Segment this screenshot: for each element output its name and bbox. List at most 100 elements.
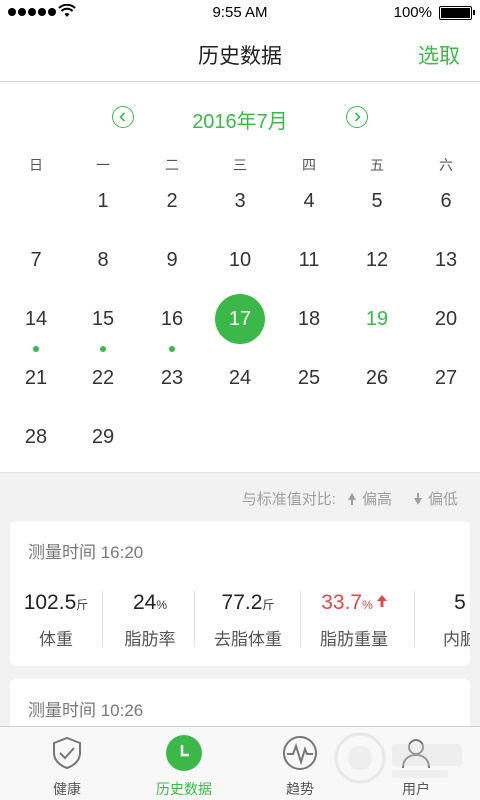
month-selector: 2016年7月 — [0, 83, 480, 149]
metric-label: 脂肪重量 — [320, 630, 388, 649]
tab-user-label: 用户 — [402, 781, 430, 797]
calendar-day[interactable]: 8 — [78, 235, 128, 285]
calendar-day[interactable]: 13 — [421, 235, 471, 285]
weekday-label: 三 — [233, 157, 247, 173]
calendar: 2016年7月 日一二三四五六 1 2 3 4 5 6 7 8 9 10 11 12 13 14 15 16 1… — [0, 83, 480, 473]
calendar-day[interactable]: 19 — [352, 294, 402, 344]
metric-number: 24 — [132, 591, 157, 614]
calendar-day[interactable]: 12 — [352, 235, 402, 285]
tab-trend-label: 趋势 — [286, 781, 314, 797]
measurement-time: 测量时间 10:26 — [28, 701, 144, 720]
calendar-day[interactable]: 10 — [215, 235, 265, 285]
calendar-day[interactable]: 29 — [78, 412, 128, 462]
metric-label: 内脏 — [443, 630, 470, 649]
metric-divider — [102, 591, 103, 647]
calendar-day[interactable]: 21 — [11, 353, 61, 403]
month-label: 2016年7月 — [192, 111, 288, 133]
metric: 102.5斤体重 — [10, 583, 108, 653]
calendar-day[interactable]: 2 — [147, 176, 197, 226]
calendar-day[interactable]: 27 — [421, 353, 471, 403]
comparison-legend: 与标准值对比: 偏高 偏低 — [242, 488, 458, 509]
calendar-day[interactable]: 4 — [284, 176, 334, 226]
data-indicator-dot — [100, 346, 106, 352]
measurement-card[interactable]: 测量时间 16:20 102.5斤 体重 24% 脂肪率 77.2斤 去脂体重 33.7% 脂… — [10, 521, 470, 666]
metric-label: 去脂体重 — [214, 630, 282, 649]
metric-divider — [300, 591, 301, 647]
calendar-day[interactable]: 28 — [11, 412, 61, 462]
navigation-bar: 历史数据 选取 — [0, 26, 480, 82]
calendar-day[interactable]: 3 — [215, 176, 265, 226]
calendar-day[interactable]: 5 — [352, 176, 402, 226]
legend-label: 与标准值对比: — [241, 491, 336, 508]
battery-percentage: 100% — [393, 4, 432, 21]
legend-lower: 偏低 — [427, 491, 458, 508]
calendar-day[interactable]: 20 — [421, 294, 471, 344]
arrow-down-icon — [413, 492, 422, 505]
metric-number: 33.7 — [321, 591, 363, 614]
metrics-row: 102.5斤 体重 24% 脂肪率 77.2斤 去脂体重 33.7% 脂肪重量 5 内脏 — [10, 583, 470, 653]
legend-higher: 偏高 — [361, 491, 392, 508]
tab-bar: 健康 历史数据 趋势 用户 — [0, 726, 480, 800]
metric-value: 102.5斤 — [10, 591, 108, 615]
metric-unit: 斤 — [76, 598, 89, 612]
calendar-day[interactable]: 17 — [215, 294, 265, 344]
metric-unit: 斤 — [262, 598, 275, 612]
tab-trend[interactable]: 趋势 — [240, 727, 360, 800]
calendar-day[interactable]: 23 — [147, 353, 197, 403]
calendar-day[interactable]: 6 — [421, 176, 471, 226]
calendar-day[interactable]: 18 — [284, 294, 334, 344]
arrow-up-icon — [347, 492, 356, 505]
weekday-label: 二 — [165, 157, 179, 173]
shield-check-icon — [53, 736, 81, 770]
calendar-day[interactable]: 25 — [284, 353, 334, 403]
pulse-icon — [283, 736, 317, 770]
calendar-day[interactable]: 24 — [215, 353, 265, 403]
calendar-day[interactable]: 1 — [78, 176, 128, 226]
clock-icon — [166, 735, 202, 771]
arrow-up-icon — [376, 595, 387, 607]
tab-history-label: 历史数据 — [156, 781, 212, 797]
weekday-label: 一 — [96, 157, 110, 173]
metric: 24% 脂肪率 — [98, 583, 202, 653]
tab-health[interactable]: 健康 — [7, 727, 127, 800]
calendar-day[interactable]: 26 — [352, 353, 402, 403]
chevron-right-icon — [354, 112, 361, 122]
metric-divider — [194, 591, 195, 647]
data-indicator-dot — [169, 346, 175, 352]
metric-label: 体重 — [39, 630, 73, 649]
weekday-label: 六 — [439, 157, 453, 173]
weekday-label: 日 — [29, 157, 43, 173]
tab-health-label: 健康 — [53, 781, 81, 797]
metric-label: 脂肪率 — [124, 630, 176, 649]
page-title: 历史数据 — [198, 45, 282, 68]
metric-value: 33.7% — [302, 591, 406, 615]
metric-number: 77.2 — [221, 591, 263, 614]
weekday-label: 四 — [302, 157, 316, 173]
calendar-day[interactable]: 16 — [147, 294, 197, 344]
calendar-day[interactable]: 9 — [147, 235, 197, 285]
measurement-time: 测量时间 16:20 — [28, 543, 144, 562]
calendar-day[interactable]: 22 — [78, 353, 128, 403]
calendar-day[interactable]: 14 — [11, 294, 61, 344]
metric-value: 77.2斤 — [196, 591, 300, 615]
data-indicator-dot — [33, 346, 39, 352]
tab-user[interactable]: 用户 — [356, 727, 476, 800]
battery-icon — [439, 6, 475, 20]
select-button[interactable]: 选取 — [418, 40, 460, 70]
metric-number: 102.5 — [23, 591, 77, 614]
metric: 77.2斤去脂体重 — [196, 583, 300, 653]
status-bar: 9:55 AM 100% — [0, 0, 480, 26]
next-month-button[interactable] — [346, 106, 368, 128]
metric: 33.7% 脂肪重量 — [302, 583, 406, 653]
metric-unit: % — [362, 598, 373, 612]
metric-value: 24% — [98, 591, 202, 615]
metric-unit: % — [156, 598, 168, 612]
weekday-label: 五 — [370, 157, 384, 173]
user-icon — [402, 739, 430, 769]
calendar-day[interactable]: 7 — [11, 235, 61, 285]
metric-value: 5 — [408, 591, 470, 615]
metric: 5 内脏 — [408, 583, 470, 653]
calendar-day[interactable]: 15 — [78, 294, 128, 344]
tab-history[interactable]: 历史数据 — [124, 727, 244, 800]
calendar-day[interactable]: 11 — [284, 235, 334, 285]
